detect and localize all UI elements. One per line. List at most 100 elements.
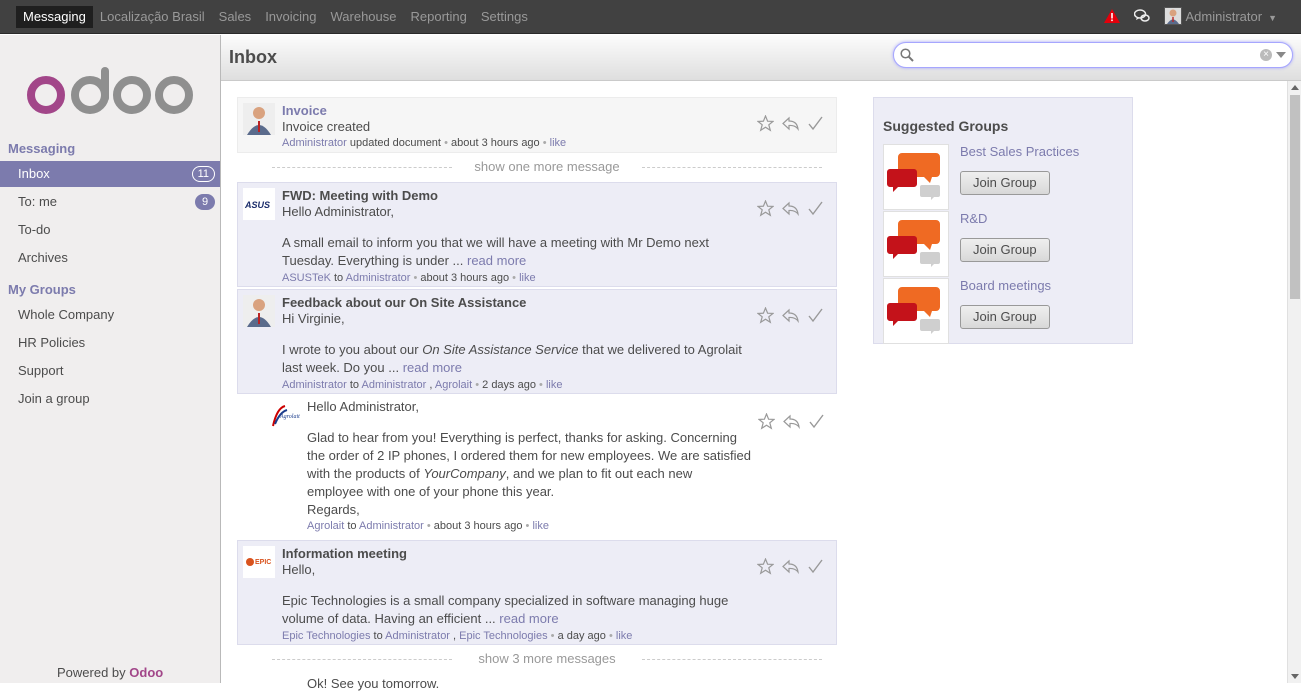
group-name-link[interactable]: Board meetings bbox=[960, 278, 1051, 293]
author-link[interactable]: ASUSTeK bbox=[282, 272, 331, 284]
to-me-count-badge: 9 bbox=[195, 194, 215, 210]
sidebar-item-join-group[interactable]: Join a group bbox=[0, 386, 220, 412]
join-group-button[interactable]: Join Group bbox=[960, 171, 1050, 195]
author-link[interactable]: Administrator bbox=[282, 137, 347, 149]
like-link[interactable]: like bbox=[532, 520, 549, 532]
menu-reporting[interactable]: Reporting bbox=[404, 6, 474, 28]
avatar[interactable] bbox=[243, 103, 275, 135]
recipient-link[interactable]: Administrator bbox=[359, 520, 424, 532]
menu-messaging[interactable]: Messaging bbox=[16, 6, 93, 28]
recipient-link[interactable]: Epic Technologies bbox=[459, 630, 547, 642]
reply-icon[interactable] bbox=[782, 307, 799, 324]
section-my-groups: My Groups bbox=[8, 282, 76, 297]
sidebar-item-hr-policies[interactable]: HR Policies bbox=[0, 330, 220, 356]
reply-icon[interactable] bbox=[782, 115, 799, 132]
read-more-link[interactable]: read more bbox=[403, 360, 462, 375]
search-options-icon[interactable] bbox=[1276, 52, 1286, 58]
message-time: about 3 hours ago bbox=[450, 137, 540, 149]
avatar[interactable] bbox=[243, 295, 275, 327]
recipient-link[interactable]: Administrator bbox=[385, 630, 450, 642]
powered-by-link[interactable]: Odoo bbox=[129, 665, 163, 680]
like-link[interactable]: like bbox=[550, 137, 567, 149]
read-more-link[interactable]: read more bbox=[467, 253, 526, 268]
sidebar-item-label: Whole Company bbox=[18, 307, 115, 322]
sidebar-item-inbox[interactable]: Inbox 11 bbox=[0, 161, 220, 187]
menu-settings[interactable]: Settings bbox=[474, 6, 535, 28]
menu-warehouse[interactable]: Warehouse bbox=[324, 6, 404, 28]
message-subject[interactable]: Invoice bbox=[282, 103, 327, 118]
show-more-link[interactable]: show 3 more messages bbox=[272, 651, 822, 666]
show-more-link[interactable]: show one more message bbox=[272, 159, 822, 174]
message-subject[interactable]: FWD: Meeting with Demo bbox=[282, 188, 438, 203]
svg-text:ASUS: ASUS bbox=[244, 200, 270, 210]
group-chat-icon[interactable] bbox=[883, 278, 949, 344]
star-icon[interactable] bbox=[757, 307, 774, 324]
avatar[interactable]: ASUS bbox=[243, 188, 275, 220]
scroll-down-icon[interactable] bbox=[1291, 674, 1299, 679]
topbar-right: Administrator ▼ bbox=[1103, 7, 1277, 25]
avatar[interactable]: EPIC bbox=[243, 546, 275, 578]
like-link[interactable]: like bbox=[546, 379, 563, 391]
recipient-link[interactable]: Administrator bbox=[362, 379, 427, 391]
sidebar-item-todo[interactable]: To-do bbox=[0, 217, 220, 243]
message-subject[interactable]: Information meeting bbox=[282, 546, 407, 561]
chat-icon[interactable] bbox=[1133, 9, 1150, 23]
check-icon[interactable] bbox=[807, 200, 824, 217]
scrollbar-thumb[interactable] bbox=[1290, 95, 1300, 299]
warning-icon[interactable] bbox=[1103, 9, 1120, 23]
scrollbar[interactable] bbox=[1287, 81, 1301, 683]
suggested-groups-title: Suggested Groups bbox=[883, 118, 1009, 134]
recipient-link[interactable]: Administrator bbox=[346, 272, 411, 284]
search-input[interactable] bbox=[916, 46, 1256, 64]
check-icon[interactable] bbox=[807, 307, 824, 324]
read-more-link[interactable]: read more bbox=[499, 611, 558, 626]
powered-by: Powered by Odoo bbox=[57, 665, 163, 680]
group-name-link[interactable]: R&D bbox=[960, 211, 987, 226]
check-icon[interactable] bbox=[808, 413, 825, 430]
check-icon[interactable] bbox=[807, 115, 824, 132]
sidebar-item-support[interactable]: Support bbox=[0, 358, 220, 384]
join-group-button[interactable]: Join Group bbox=[960, 305, 1050, 329]
like-link[interactable]: like bbox=[616, 630, 633, 642]
check-icon[interactable] bbox=[807, 558, 824, 575]
author-link[interactable]: Administrator bbox=[282, 379, 347, 391]
star-icon[interactable] bbox=[758, 413, 775, 430]
sidebar-item-to-me[interactable]: To: me 9 bbox=[0, 189, 220, 215]
group-chat-icon[interactable] bbox=[883, 144, 949, 210]
recipient-link[interactable]: Agrolait bbox=[435, 379, 472, 391]
message-greeting: Hello, bbox=[282, 562, 316, 577]
sidebar-item-archives[interactable]: Archives bbox=[0, 245, 220, 271]
star-icon[interactable] bbox=[757, 558, 774, 575]
message-meta: Administrator to Administrator , Agrolai… bbox=[282, 379, 563, 391]
sidebar-item-label: Inbox bbox=[18, 166, 50, 181]
author-link[interactable]: Agrolait bbox=[307, 520, 344, 532]
scroll-up-icon[interactable] bbox=[1291, 85, 1299, 90]
user-avatar[interactable] bbox=[1163, 7, 1182, 25]
author-link[interactable]: Epic Technologies bbox=[282, 630, 370, 642]
clear-icon[interactable]: × bbox=[1260, 49, 1272, 61]
menu-localizacao[interactable]: Localização Brasil bbox=[93, 6, 212, 28]
reply-icon[interactable] bbox=[783, 413, 800, 430]
message-meta: Epic Technologies to Administrator , Epi… bbox=[282, 630, 633, 642]
message-greeting: Hello Administrator, bbox=[282, 204, 394, 219]
avatar[interactable]: Agrolait bbox=[271, 402, 303, 428]
join-group-button[interactable]: Join Group bbox=[960, 238, 1050, 262]
star-icon[interactable] bbox=[757, 115, 774, 132]
menu-sales[interactable]: Sales bbox=[212, 6, 259, 28]
like-link[interactable]: like bbox=[519, 272, 536, 284]
reply-icon[interactable] bbox=[782, 558, 799, 575]
separator-dot: • bbox=[413, 272, 418, 284]
group-name-link[interactable]: Best Sales Practices bbox=[960, 144, 1079, 159]
message-information-meeting: EPIC Information meeting Hello, Epic Tec… bbox=[237, 540, 837, 645]
group-chat-icon[interactable] bbox=[883, 211, 949, 277]
suggested-group: Best Sales Practices Join Group bbox=[883, 144, 1123, 210]
sidebar-item-whole-company[interactable]: Whole Company bbox=[0, 302, 220, 328]
user-menu[interactable]: Administrator bbox=[1186, 9, 1263, 24]
menu-invoicing[interactable]: Invoicing bbox=[258, 6, 323, 28]
message-subject[interactable]: Feedback about our On Site Assistance bbox=[282, 295, 526, 310]
search-box[interactable]: × bbox=[893, 42, 1293, 68]
star-icon[interactable] bbox=[757, 200, 774, 217]
odoo-logo[interactable] bbox=[26, 67, 196, 117]
reply-icon[interactable] bbox=[782, 200, 799, 217]
message-meta: ASUSTeK to Administrator • about 3 hours… bbox=[282, 272, 536, 284]
